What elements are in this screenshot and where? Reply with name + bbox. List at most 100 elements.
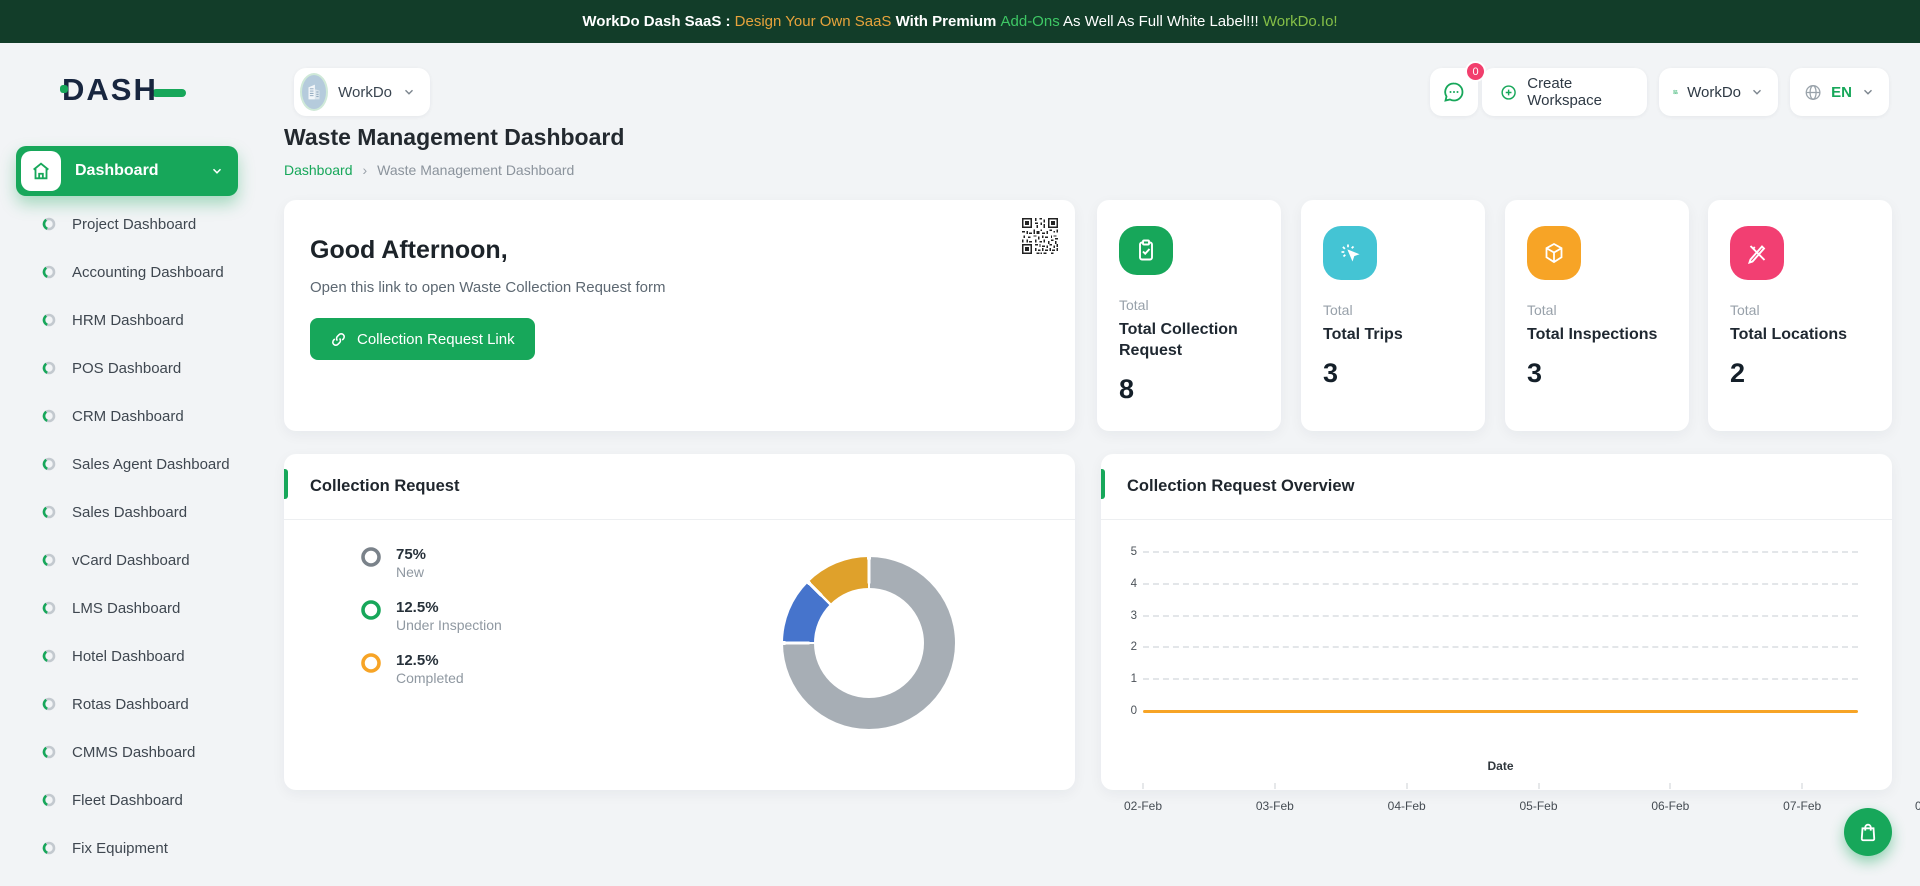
legend-percent: 12.5% bbox=[396, 599, 439, 616]
banner-text-segment: Add-Ons bbox=[1001, 13, 1060, 30]
messages-button[interactable]: 0 bbox=[1430, 68, 1478, 116]
y-axis-tick-label: 1 bbox=[1117, 673, 1137, 685]
cursor-click-icon bbox=[1323, 226, 1377, 280]
greeting-subtitle: Open this link to open Waste Collection … bbox=[310, 279, 1049, 296]
app-root: WorkDo Dash SaaS : Design Your Own SaaS … bbox=[0, 0, 1920, 886]
legend-item-new[interactable]: 75% New bbox=[360, 546, 502, 582]
ring-bullet-icon bbox=[42, 649, 56, 663]
collection-request-link-button[interactable]: Collection Request Link bbox=[310, 318, 535, 360]
sidebar-item[interactable]: CRM Dashboard bbox=[16, 392, 246, 440]
qr-code bbox=[1022, 218, 1058, 254]
gridline-row: 5 bbox=[1117, 545, 1858, 559]
sidebar-item[interactable]: LMS Dashboard bbox=[16, 584, 246, 632]
collection-request-link-label: Collection Request Link bbox=[357, 331, 515, 348]
banner-text-segment: WorkDo.Io! bbox=[1263, 13, 1338, 30]
sidebar-item-label: Sales Agent Dashboard bbox=[72, 456, 230, 473]
sidebar-menu: Project Dashboard Accounting Dashboard H… bbox=[16, 200, 246, 872]
workspace-avatar bbox=[300, 73, 328, 111]
legend-percent: 12.5% bbox=[396, 652, 439, 669]
stat-name: Total Trips bbox=[1323, 324, 1463, 346]
ring-bullet-icon bbox=[42, 745, 56, 759]
legend-item-completed[interactable]: 12.5% Completed bbox=[360, 652, 502, 688]
x-axis-title: Date bbox=[1143, 759, 1858, 773]
sidebar-item[interactable]: Fix Equipment bbox=[16, 824, 246, 872]
gridline bbox=[1143, 646, 1858, 648]
workspace-switcher[interactable]: WorkDo bbox=[294, 68, 430, 116]
card-title: Collection Request bbox=[310, 477, 459, 496]
ring-bullet-icon bbox=[42, 265, 56, 279]
stat-sublabel: Total bbox=[1527, 302, 1667, 318]
ring-bullet-icon bbox=[42, 361, 56, 375]
greeting-title: Good Afternoon, bbox=[310, 236, 1049, 265]
donut-chart bbox=[783, 557, 955, 729]
sidebar-item-label: Fix Equipment bbox=[72, 840, 168, 857]
banner-text-segment: WorkDo Dash SaaS : bbox=[582, 13, 734, 30]
language-menu[interactable]: EN bbox=[1790, 68, 1889, 116]
donut-legend: 75% New 12.5% Under Inspection 12.5% Com… bbox=[360, 546, 502, 705]
sidebar-item[interactable]: Accounting Dashboard bbox=[16, 248, 246, 296]
stat-sublabel: Total bbox=[1730, 302, 1870, 318]
link-icon bbox=[330, 331, 347, 348]
stat-name: Total Inspections bbox=[1527, 324, 1667, 346]
legend-label: Under Inspection bbox=[396, 617, 502, 633]
x-axis-tick bbox=[1274, 783, 1275, 789]
x-axis-tick bbox=[1802, 783, 1803, 789]
x-axis-ticks bbox=[1143, 783, 1920, 789]
sidebar-item[interactable]: HRM Dashboard bbox=[16, 296, 246, 344]
globe-icon bbox=[1804, 82, 1822, 103]
sidebar-item[interactable]: Rotas Dashboard bbox=[16, 680, 246, 728]
x-axis-tick bbox=[1143, 783, 1144, 789]
sidebar-item[interactable]: CMMS Dashboard bbox=[16, 728, 246, 776]
chevron-down-icon bbox=[210, 164, 224, 178]
y-axis-tick-label: 3 bbox=[1117, 610, 1137, 622]
sidebar-item[interactable]: Project Dashboard bbox=[16, 200, 246, 248]
collection-request-card: Collection Request 75% New 12.5% Under I… bbox=[284, 454, 1075, 790]
x-axis-label: 08-Feb bbox=[1915, 799, 1920, 813]
sidebar-item[interactable]: Sales Dashboard bbox=[16, 488, 246, 536]
sidebar-item-dashboard-active[interactable]: Dashboard bbox=[16, 146, 238, 196]
header-accent-bar bbox=[284, 469, 288, 499]
sidebar-item[interactable]: Hotel Dashboard bbox=[16, 632, 246, 680]
stat-card-total-locations: Total Total Locations 2 bbox=[1708, 200, 1892, 431]
banner-text-segment: With Premium bbox=[891, 13, 1000, 30]
sidebar-item[interactable]: Fleet Dashboard bbox=[16, 776, 246, 824]
sidebar-item[interactable]: Sales Agent Dashboard bbox=[16, 440, 246, 488]
app-logo[interactable]: DASH bbox=[62, 72, 186, 108]
sidebar-item[interactable]: POS Dashboard bbox=[16, 344, 246, 392]
legend-ring-icon bbox=[360, 546, 382, 568]
plus-circle-icon bbox=[1500, 82, 1517, 103]
x-axis-label: 07-Feb bbox=[1783, 799, 1821, 813]
breadcrumb-root-link[interactable]: Dashboard bbox=[284, 162, 353, 178]
legend-label: Completed bbox=[396, 670, 464, 686]
account-menu[interactable]: WorkDo bbox=[1659, 68, 1778, 116]
sidebar-item-label: Fleet Dashboard bbox=[72, 792, 183, 809]
gridline bbox=[1143, 583, 1858, 585]
header-accent-bar bbox=[1101, 469, 1105, 499]
sidebar-item-label: CMMS Dashboard bbox=[72, 744, 195, 761]
x-axis-tick bbox=[1538, 783, 1539, 789]
sidebar-item[interactable]: vCard Dashboard bbox=[16, 536, 246, 584]
ring-bullet-icon bbox=[42, 553, 56, 567]
x-axis-tick bbox=[1670, 783, 1671, 789]
home-icon bbox=[30, 160, 52, 182]
collection-request-overview-card: Collection Request Overview 5 4 3 bbox=[1101, 454, 1892, 790]
stat-card-total-collection-request: Total Total Collection Request 8 bbox=[1097, 200, 1281, 431]
grid-plus-icon bbox=[1673, 82, 1678, 102]
sidebar-item-label: HRM Dashboard bbox=[72, 312, 184, 329]
chevron-down-icon bbox=[1750, 85, 1764, 99]
sidebar-item-label: Rotas Dashboard bbox=[72, 696, 189, 713]
promo-banner: WorkDo Dash SaaS : Design Your Own SaaS … bbox=[0, 0, 1920, 43]
sidebar-item-label: Hotel Dashboard bbox=[72, 648, 185, 665]
create-workspace-button[interactable]: Create Workspace bbox=[1482, 68, 1647, 116]
stat-name: Total Locations bbox=[1730, 324, 1870, 346]
legend-item-under-inspection[interactable]: 12.5% Under Inspection bbox=[360, 599, 502, 635]
y-axis-grid: 5 4 3 2 1 bbox=[1117, 545, 1858, 686]
workspace-name: WorkDo bbox=[338, 84, 392, 101]
design-tools-icon bbox=[1730, 226, 1784, 280]
ring-bullet-icon bbox=[42, 505, 56, 519]
ring-bullet-icon bbox=[42, 841, 56, 855]
cube-icon bbox=[1527, 226, 1581, 280]
y-axis-tick-label: 5 bbox=[1117, 546, 1137, 558]
y-axis-tick-label: 0 bbox=[1117, 705, 1137, 717]
store-fab-button[interactable] bbox=[1844, 808, 1892, 856]
